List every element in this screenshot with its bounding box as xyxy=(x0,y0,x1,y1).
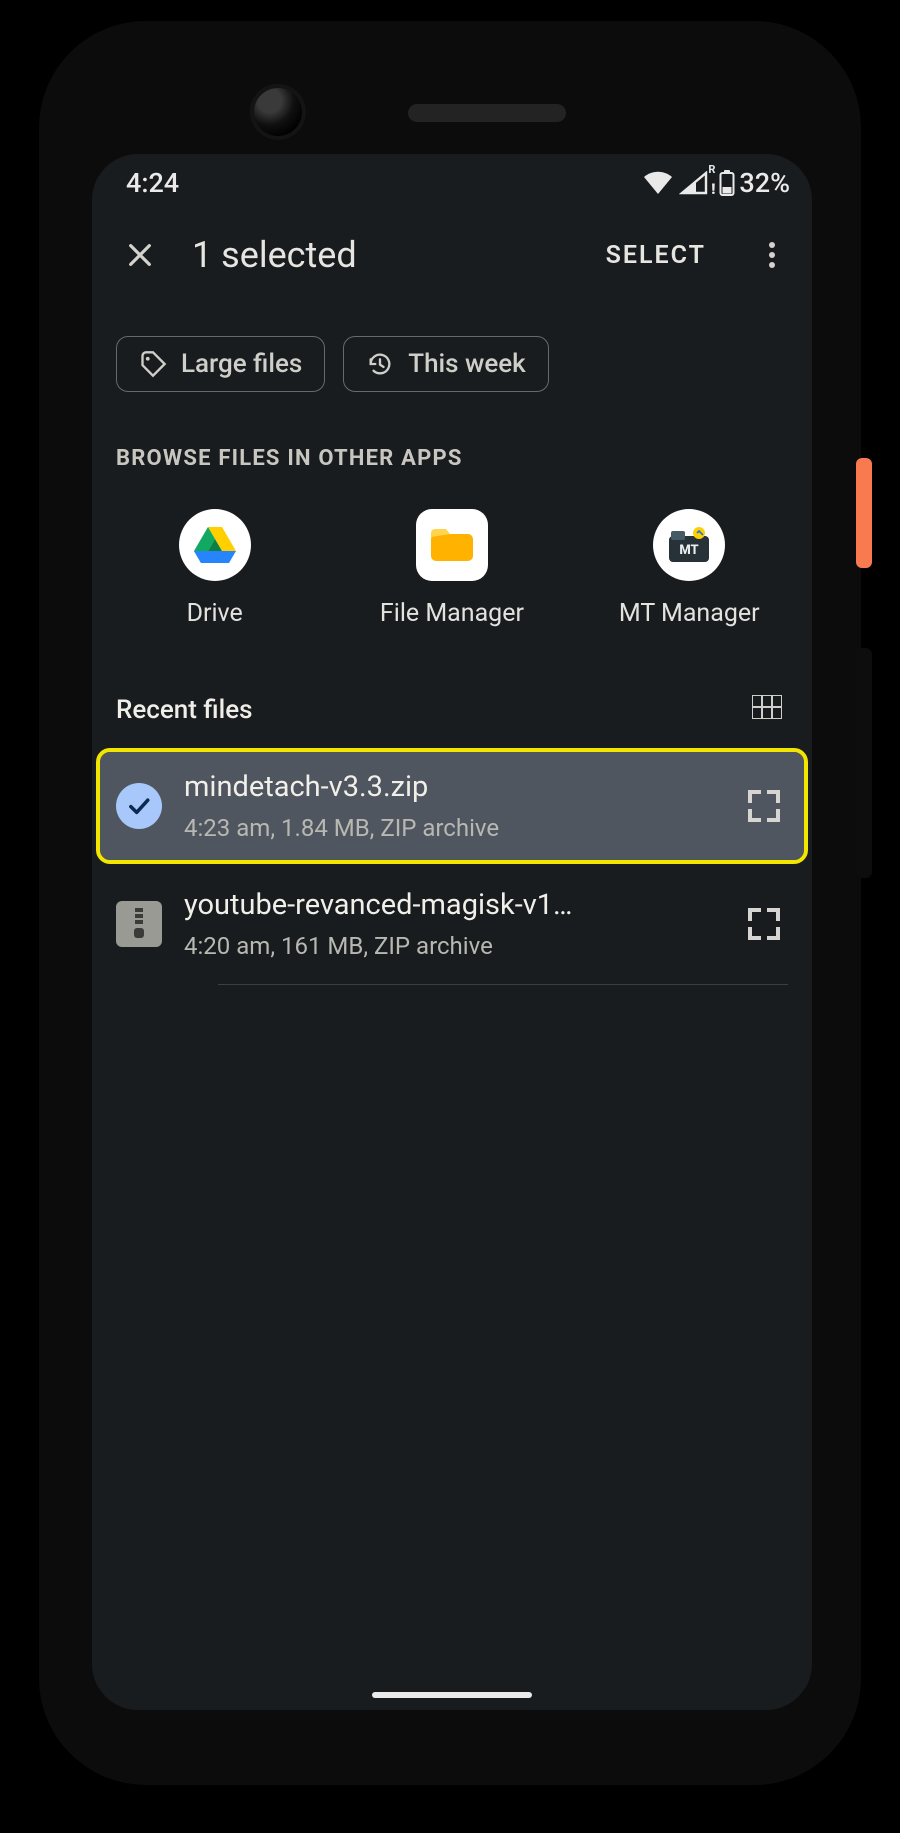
file-name: youtube-revanced-magisk-v1… xyxy=(184,888,718,922)
browse-app-mt-manager[interactable]: MT MT Manager xyxy=(571,495,808,642)
file-type-thumbnail xyxy=(116,901,162,947)
file-name: mindetach-v3.3.zip xyxy=(184,770,718,804)
roaming-indicator: R xyxy=(708,163,715,176)
grid-icon xyxy=(752,695,782,719)
screen: 4:24 R ! xyxy=(92,154,812,1710)
browse-app-drive[interactable]: Drive xyxy=(96,495,333,642)
chip-large-files[interactable]: Large files xyxy=(116,336,325,392)
file-meta: 4:23 am, 1.84 MB, ZIP archive xyxy=(184,814,718,842)
recent-files-heading: Recent files xyxy=(116,695,752,725)
chip-large-files-label: Large files xyxy=(181,349,302,379)
file-meta: 4:20 am, 161 MB, ZIP archive xyxy=(184,932,718,960)
grid-view-button[interactable] xyxy=(752,694,782,726)
battery-percent: 32% xyxy=(739,167,790,199)
file-row[interactable]: youtube-revanced-magisk-v1… 4:20 am, 161… xyxy=(92,870,812,978)
browse-app-file-manager-label: File Manager xyxy=(380,599,524,628)
selection-count-title: 1 selected xyxy=(192,234,568,276)
chip-this-week[interactable]: This week xyxy=(343,336,548,392)
browse-apps-row: Drive File Manager xyxy=(92,495,812,654)
signal-icon xyxy=(679,171,709,195)
no-data-icon: ! xyxy=(711,180,715,198)
phone-frame: 4:24 R ! xyxy=(36,18,864,1788)
zip-icon xyxy=(132,908,146,940)
file-row-selected[interactable]: mindetach-v3.3.zip 4:23 am, 1.84 MB, ZIP… xyxy=(100,752,804,860)
fullscreen-icon xyxy=(744,904,784,944)
mt-manager-icon: MT xyxy=(653,509,725,581)
wifi-icon xyxy=(643,171,673,195)
browse-app-drive-label: Drive xyxy=(187,599,243,628)
fullscreen-icon xyxy=(744,786,784,826)
status-time: 4:24 xyxy=(126,167,179,199)
drive-icon xyxy=(179,509,251,581)
check-icon xyxy=(125,792,153,820)
close-icon xyxy=(124,239,156,271)
battery-icon xyxy=(719,170,735,196)
selected-check-indicator xyxy=(116,783,162,829)
chip-this-week-label: This week xyxy=(408,349,525,379)
filter-chip-row: Large files This week xyxy=(92,298,812,418)
svg-text:MT: MT xyxy=(680,543,699,558)
more-vert-icon xyxy=(768,241,776,269)
recent-files-header: Recent files xyxy=(92,654,812,748)
folder-icon xyxy=(416,509,488,581)
select-button[interactable]: SELECT xyxy=(592,241,720,270)
history-icon xyxy=(366,350,394,378)
gesture-nav-bar xyxy=(372,1692,532,1698)
file-preview-button[interactable] xyxy=(740,782,788,830)
browse-app-file-manager[interactable]: File Manager xyxy=(333,495,570,642)
file-preview-button[interactable] xyxy=(740,900,788,948)
power-button xyxy=(856,458,872,568)
speaker-grill xyxy=(408,104,566,122)
status-bar: 4:24 R ! xyxy=(92,154,812,212)
app-bar: 1 selected SELECT xyxy=(92,212,812,298)
list-divider xyxy=(218,984,788,985)
overflow-menu-button[interactable] xyxy=(744,227,800,283)
front-camera xyxy=(250,84,306,140)
browse-app-mt-manager-label: MT Manager xyxy=(619,599,760,628)
browse-apps-heading: BROWSE FILES IN OTHER APPS xyxy=(92,418,812,495)
volume-rocker xyxy=(856,648,872,878)
tag-icon xyxy=(139,350,167,378)
close-button[interactable] xyxy=(112,227,168,283)
